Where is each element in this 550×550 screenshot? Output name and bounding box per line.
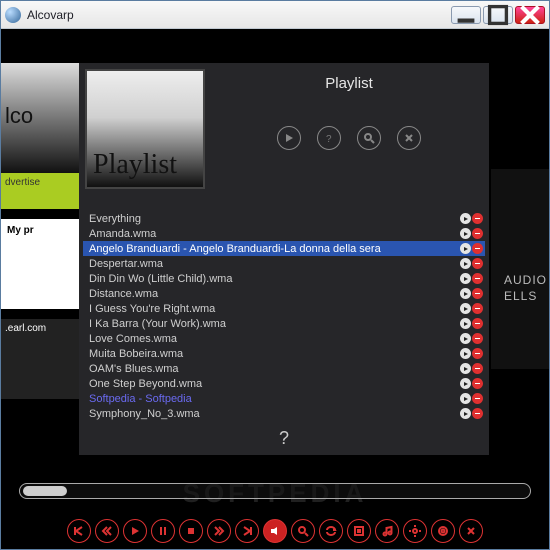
track-remove-icon[interactable]: [472, 243, 483, 254]
mute-button[interactable]: [263, 519, 287, 543]
track-play-icon[interactable]: [460, 363, 471, 374]
exit-button[interactable]: [459, 519, 483, 543]
window-title: Alcovarp: [27, 8, 451, 22]
track-name: Symphony_No_3.wma: [89, 408, 460, 420]
track-name: Everything: [89, 213, 460, 225]
track-row[interactable]: Amanda.wma: [83, 226, 485, 241]
seek-bar[interactable]: [19, 483, 531, 499]
track-remove-icon[interactable]: [472, 258, 483, 269]
track-play-icon[interactable]: [460, 258, 471, 269]
maximize-button[interactable]: [483, 6, 513, 24]
bg-card-right: [491, 169, 549, 369]
playlist-cover: Playlist: [85, 69, 205, 189]
track-name: Angelo Branduardi - Angelo Branduardi-La…: [89, 243, 460, 255]
seek-thumb[interactable]: [23, 486, 67, 496]
playlist-panel: Playlist Playlist ? Everything Amanda.wma…: [79, 63, 489, 455]
effects-button[interactable]: [431, 519, 455, 543]
track-remove-icon[interactable]: [472, 393, 483, 404]
track-play-icon[interactable]: [460, 303, 471, 314]
track-name: Softpedia - Softpedia: [89, 393, 460, 405]
app-window: Alcovarp lco dvertise My pr .earl.com AU…: [0, 0, 550, 550]
track-remove-icon[interactable]: [472, 273, 483, 284]
rewind-button[interactable]: [95, 519, 119, 543]
content-area: lco dvertise My pr .earl.com AUDIO ELLS …: [1, 29, 549, 549]
track-name: Despertar.wma: [89, 258, 460, 270]
track-play-icon[interactable]: [460, 273, 471, 284]
panel-help-button[interactable]: ?: [317, 126, 341, 150]
track-play-icon[interactable]: [460, 378, 471, 389]
track-row[interactable]: Muita Bobeira.wma: [83, 346, 485, 361]
playlist-button[interactable]: [347, 519, 371, 543]
settings-button[interactable]: [403, 519, 427, 543]
track-row[interactable]: Love Comes.wma: [83, 331, 485, 346]
close-button[interactable]: [515, 6, 545, 24]
track-play-icon[interactable]: [460, 288, 471, 299]
track-name: One Step Beyond.wma: [89, 378, 460, 390]
track-play-icon[interactable]: [460, 333, 471, 344]
track-name: Muita Bobeira.wma: [89, 348, 460, 360]
forward-button[interactable]: [207, 519, 231, 543]
track-row[interactable]: Despertar.wma: [83, 256, 485, 271]
titlebar: Alcovarp: [1, 1, 549, 29]
bg-card-1: lco: [1, 63, 79, 173]
track-name: Din Din Wo (Little Child).wma: [89, 273, 460, 285]
track-remove-icon[interactable]: [472, 303, 483, 314]
music-button[interactable]: [375, 519, 399, 543]
track-remove-icon[interactable]: [472, 348, 483, 359]
bg-card-3: My pr: [1, 219, 79, 309]
track-play-icon[interactable]: [460, 243, 471, 254]
track-remove-icon[interactable]: [472, 228, 483, 239]
next-track-button[interactable]: [235, 519, 259, 543]
track-remove-icon[interactable]: [472, 288, 483, 299]
bg-right-text: AUDIO ELLS: [504, 273, 547, 304]
app-icon: [5, 7, 21, 23]
track-row[interactable]: Distance.wma: [83, 286, 485, 301]
prev-track-button[interactable]: [67, 519, 91, 543]
track-name: Love Comes.wma: [89, 333, 460, 345]
stop-button[interactable]: [179, 519, 203, 543]
track-row[interactable]: Angelo Branduardi - Angelo Branduardi-La…: [83, 241, 485, 256]
track-remove-icon[interactable]: [472, 378, 483, 389]
track-play-icon[interactable]: [460, 318, 471, 329]
track-remove-icon[interactable]: [472, 318, 483, 329]
minimize-button[interactable]: [451, 6, 481, 24]
track-name: Amanda.wma: [89, 228, 460, 240]
track-play-icon[interactable]: [460, 408, 471, 419]
panel-close-button[interactable]: [397, 126, 421, 150]
track-play-icon[interactable]: [460, 393, 471, 404]
track-row[interactable]: Softpedia - Softpedia: [83, 391, 485, 406]
track-play-icon[interactable]: [460, 348, 471, 359]
panel-title: Playlist: [325, 75, 373, 92]
repeat-button[interactable]: [319, 519, 343, 543]
panel-question-icon[interactable]: ?: [79, 428, 489, 449]
play-button[interactable]: [123, 519, 147, 543]
track-row[interactable]: I Guess You're Right.wma: [83, 301, 485, 316]
pause-button[interactable]: [151, 519, 175, 543]
track-row[interactable]: I Ka Barra (Your Work).wma: [83, 316, 485, 331]
track-remove-icon[interactable]: [472, 213, 483, 224]
track-play-icon[interactable]: [460, 213, 471, 224]
track-name: I Guess You're Right.wma: [89, 303, 460, 315]
panel-play-button[interactable]: [277, 126, 301, 150]
track-row[interactable]: OAM's Blues.wma: [83, 361, 485, 376]
track-row[interactable]: Everything: [83, 211, 485, 226]
bottom-toolbar: [1, 519, 549, 543]
svg-text:?: ?: [326, 134, 332, 144]
track-remove-icon[interactable]: [472, 363, 483, 374]
track-row[interactable]: One Step Beyond.wma: [83, 376, 485, 391]
track-name: I Ka Barra (Your Work).wma: [89, 318, 460, 330]
track-name: OAM's Blues.wma: [89, 363, 460, 375]
track-name: Distance.wma: [89, 288, 460, 300]
track-play-icon[interactable]: [460, 228, 471, 239]
panel-search-button[interactable]: [357, 126, 381, 150]
track-row[interactable]: Symphony_No_3.wma: [83, 406, 485, 421]
track-remove-icon[interactable]: [472, 408, 483, 419]
track-remove-icon[interactable]: [472, 333, 483, 344]
track-row[interactable]: Din Din Wo (Little Child).wma: [83, 271, 485, 286]
tracklist[interactable]: Everything Amanda.wma Angelo Branduardi - …: [83, 211, 485, 421]
search-button[interactable]: [291, 519, 315, 543]
playlist-cover-label: Playlist: [93, 151, 177, 179]
bg-card-2: dvertise: [1, 173, 79, 209]
bg-card-4: .earl.com: [1, 319, 79, 399]
